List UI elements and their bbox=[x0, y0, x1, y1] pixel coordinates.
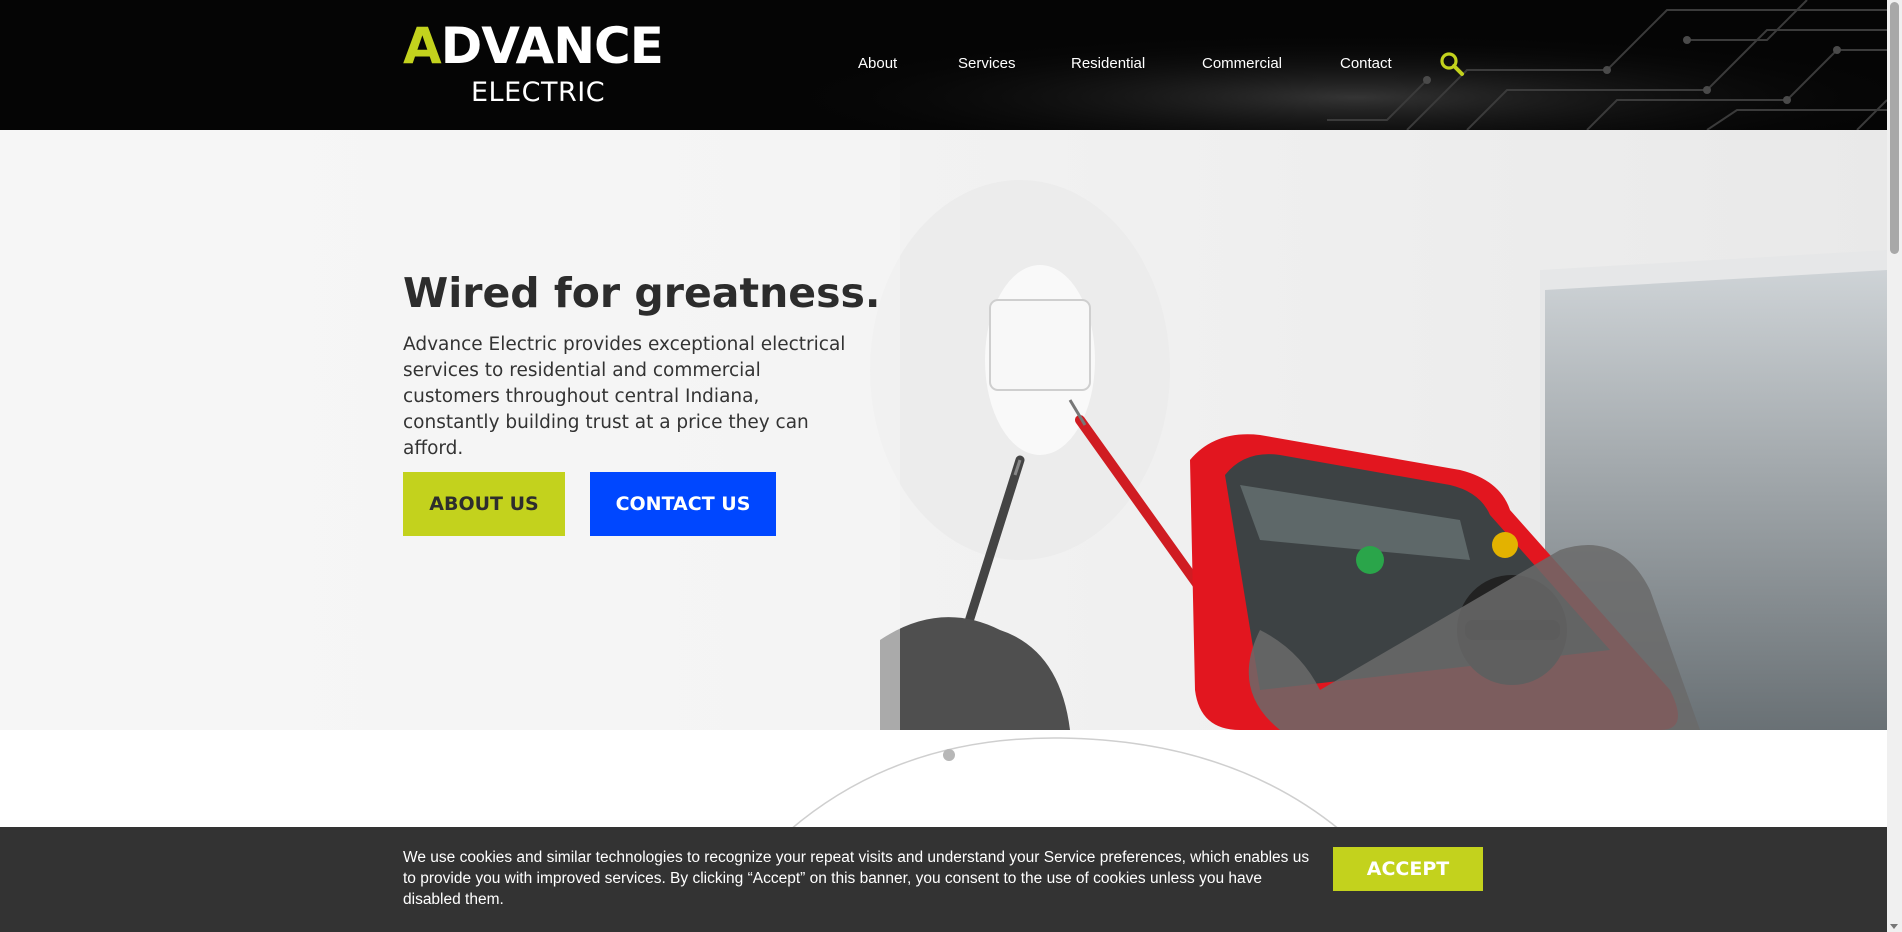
nav-item-residential[interactable]: Residential bbox=[1071, 54, 1145, 74]
nav-item-about[interactable]: About bbox=[858, 54, 897, 74]
search-button[interactable] bbox=[1438, 50, 1466, 78]
about-us-button[interactable]: ABOUT US bbox=[403, 472, 565, 536]
hero-title: Wired for greatness. bbox=[403, 269, 881, 317]
scrollbar-thumb[interactable] bbox=[1890, 2, 1899, 254]
hero-description: Advance Electric provides exceptional el… bbox=[403, 334, 846, 459]
multimeter-photo bbox=[0, 130, 1887, 730]
search-icon bbox=[1440, 52, 1464, 76]
nav-item-contact[interactable]: Contact bbox=[1340, 54, 1392, 74]
hero: Wired for greatness. Advance Electric pr… bbox=[0, 130, 1887, 730]
logo-word-rest: DVANCE bbox=[440, 17, 664, 75]
page: ADVANCE ELECTRIC About Services Resident… bbox=[0, 0, 1902, 932]
logo-wordmark: ADVANCE bbox=[403, 17, 664, 75]
contact-us-button[interactable]: CONTACT US bbox=[590, 472, 776, 536]
logo-subtitle: ELECTRIC bbox=[471, 77, 606, 108]
nav-item-services[interactable]: Services bbox=[958, 54, 1016, 74]
cookie-banner: We use cookies and similar technologies … bbox=[0, 827, 1887, 932]
accept-cookies-button[interactable]: ACCEPT bbox=[1333, 847, 1483, 891]
scroll-down-arrow-icon[interactable] bbox=[1890, 924, 1898, 929]
cookie-text: We use cookies and similar technologies … bbox=[403, 849, 1310, 908]
site-header: ADVANCE ELECTRIC About Services Resident… bbox=[0, 0, 1887, 130]
scrollbar[interactable] bbox=[1887, 0, 1902, 932]
logo[interactable]: ADVANCE ELECTRIC bbox=[403, 20, 675, 112]
nav-item-commercial[interactable]: Commercial bbox=[1202, 54, 1282, 74]
logo-first-letter: A bbox=[403, 17, 442, 75]
